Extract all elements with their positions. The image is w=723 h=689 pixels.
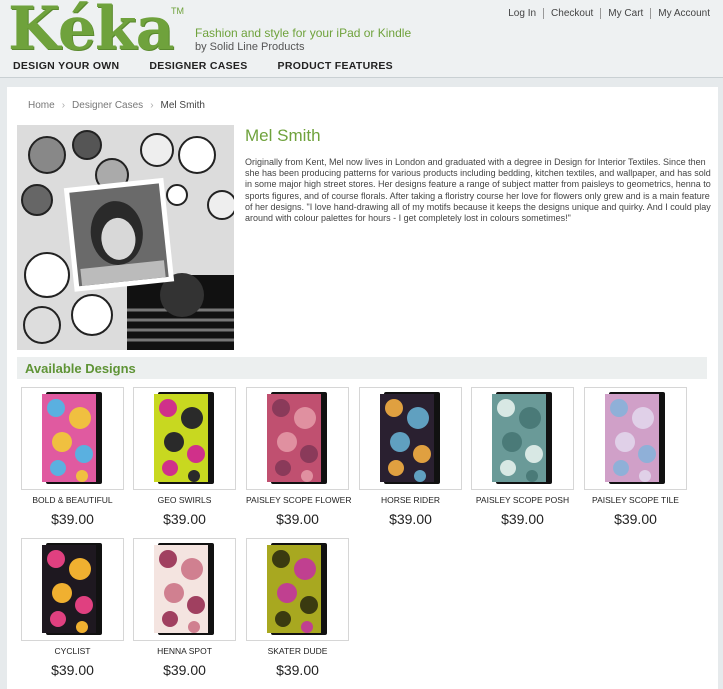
product-thumbnail[interactable] xyxy=(21,387,124,490)
product-name[interactable]: GEO SWIRLS xyxy=(133,495,236,505)
main-nav: DESIGN YOUR OWN DESIGNER CASES PRODUCT F… xyxy=(0,58,723,78)
product-card[interactable]: CYCLIST $39.00 xyxy=(21,538,124,678)
product-thumbnail[interactable] xyxy=(471,387,574,490)
breadcrumb-current: Mel Smith xyxy=(160,100,205,111)
case-image xyxy=(267,392,327,484)
product-price: $39.00 xyxy=(163,511,206,527)
case-image xyxy=(380,392,440,484)
product-name[interactable]: PAISLEY SCOPE POSH xyxy=(471,495,574,505)
nav-designer-cases[interactable]: DESIGNER CASES xyxy=(149,58,247,77)
keka-logo[interactable]: Kéka xyxy=(8,0,174,64)
case-image xyxy=(492,392,552,484)
product-thumbnail[interactable] xyxy=(359,387,462,490)
nav-product-features[interactable]: PRODUCT FEATURES xyxy=(278,58,393,77)
available-designs-header: Available Designs xyxy=(17,357,707,379)
product-price: $39.00 xyxy=(51,511,94,527)
product-name[interactable]: HENNA SPOT xyxy=(133,646,236,656)
product-card[interactable]: SKATER DUDE $39.00 xyxy=(246,538,349,678)
product-name[interactable]: PAISLEY SCOPE FLOWER xyxy=(246,495,352,505)
product-thumbnail[interactable] xyxy=(133,538,236,641)
product-price: $39.00 xyxy=(163,662,206,678)
tagline: Fashion and style for your iPad or Kindl… xyxy=(195,26,412,40)
breadcrumb-separator: › xyxy=(61,100,66,111)
product-card[interactable]: PAISLEY SCOPE TILE $39.00 xyxy=(584,387,687,527)
product-thumbnail[interactable] xyxy=(133,387,236,490)
product-thumbnail[interactable] xyxy=(584,387,687,490)
product-price: $39.00 xyxy=(614,511,657,527)
case-image xyxy=(267,543,327,635)
product-card[interactable]: BOLD & BEAUTIFUL $39.00 xyxy=(21,387,124,527)
case-image xyxy=(154,392,214,484)
site-header: Kéka TM Fashion and style for your iPad … xyxy=(0,0,723,78)
case-image xyxy=(605,392,665,484)
breadcrumb-designer-cases[interactable]: Designer Cases xyxy=(72,100,143,111)
breadcrumb-separator: › xyxy=(150,100,154,111)
product-price: $39.00 xyxy=(51,662,94,678)
account-links: Log In Checkout My Cart My Account xyxy=(501,8,717,19)
byline: by Solid Line Products xyxy=(195,41,305,53)
section-title: Available Designs xyxy=(25,361,136,376)
product-name[interactable]: HORSE RIDER xyxy=(359,495,462,505)
case-image xyxy=(154,543,214,635)
product-price: $39.00 xyxy=(276,511,319,527)
product-price: $39.00 xyxy=(276,662,319,678)
product-name[interactable]: BOLD & BEAUTIFUL xyxy=(21,495,124,505)
product-card[interactable]: HENNA SPOT $39.00 xyxy=(133,538,236,678)
product-name[interactable]: CYCLIST xyxy=(21,646,124,656)
designer-bio: Originally from Kent, Mel now lives in L… xyxy=(245,157,711,224)
my-cart-link[interactable]: My Cart xyxy=(600,8,650,19)
breadcrumb-home[interactable]: Home xyxy=(28,100,55,111)
product-thumbnail[interactable] xyxy=(246,538,349,641)
product-card[interactable]: PAISLEY SCOPE FLOWER $39.00 xyxy=(246,387,352,527)
product-name[interactable]: SKATER DUDE xyxy=(246,646,349,656)
trademark-mark: TM xyxy=(171,6,184,16)
product-card[interactable]: GEO SWIRLS $39.00 xyxy=(133,387,236,527)
designer-photo-collage xyxy=(17,125,234,350)
breadcrumb: Home › Designer Cases › Mel Smith xyxy=(28,100,205,111)
product-thumbnail[interactable] xyxy=(246,387,349,490)
checkout-link[interactable]: Checkout xyxy=(543,8,600,19)
product-card[interactable]: PAISLEY SCOPE POSH $39.00 xyxy=(471,387,574,527)
login-link[interactable]: Log In xyxy=(501,8,543,19)
nav-design-your-own[interactable]: DESIGN YOUR OWN xyxy=(13,58,119,77)
product-name[interactable]: PAISLEY SCOPE TILE xyxy=(584,495,687,505)
my-account-link[interactable]: My Account xyxy=(650,8,717,19)
designer-name: Mel Smith xyxy=(245,126,321,145)
content-panel: Home › Designer Cases › Mel Smith Mel Sm… xyxy=(7,87,718,689)
product-thumbnail[interactable] xyxy=(21,538,124,641)
case-image xyxy=(42,543,102,635)
product-price: $39.00 xyxy=(501,511,544,527)
product-price: $39.00 xyxy=(389,511,432,527)
product-card[interactable]: HORSE RIDER $39.00 xyxy=(359,387,462,527)
case-image xyxy=(42,392,102,484)
